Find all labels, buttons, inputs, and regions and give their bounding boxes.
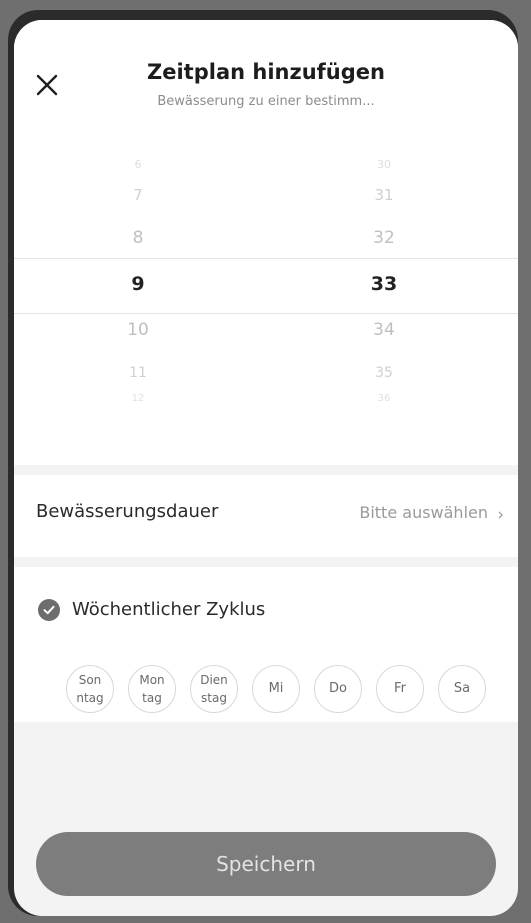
day-monday[interactable]: Mon tag [128, 665, 176, 713]
page-subtitle: Bewässerung zu einer bestimm... [157, 94, 375, 109]
hour-option[interactable]: 11 [78, 365, 198, 381]
minute-option[interactable]: 31 [324, 186, 444, 204]
hour-option: 12 [131, 393, 145, 404]
watering-duration-row[interactable]: Bewässerungsdauer Bitte auswählen › [14, 465, 518, 557]
day-label-line1: Son [78, 673, 102, 687]
weekly-cycle-checkbox[interactable] [38, 599, 60, 621]
weekday-selector: Son ntag Mon tag Dien stag Mi Do Fr Sa [66, 665, 486, 713]
day-label: Do [329, 681, 347, 696]
weekly-cycle-label[interactable]: Wöchentlicher Zyklus [72, 599, 265, 620]
day-label-line1: Mon [139, 673, 165, 687]
day-thursday[interactable]: Do [314, 665, 362, 713]
day-label: Mi [268, 681, 284, 696]
hour-option[interactable]: 8 [78, 228, 198, 248]
page-title: Zeitplan hinzufügen [147, 60, 385, 84]
time-picker[interactable]: 6 7 8 9 10 11 12 30 31 32 33 34 35 36 [14, 120, 518, 465]
minute-option[interactable]: 35 [324, 365, 444, 381]
minute-option: 30 [377, 158, 391, 171]
add-schedule-sheet: Zeitplan hinzufügen Bewässerung zu einer… [14, 20, 518, 916]
day-label-line2: stag [201, 691, 227, 705]
day-saturday[interactable]: Sa [438, 665, 486, 713]
weekly-cycle-section: Wöchentlicher Zyklus Son ntag Mon tag Dien… [14, 557, 518, 722]
day-wednesday[interactable]: Mi [252, 665, 300, 713]
day-friday[interactable]: Fr [376, 665, 424, 713]
day-label-line2: ntag [76, 691, 104, 705]
duration-label: Bewässerungsdauer [36, 501, 219, 522]
header: Zeitplan hinzufügen Bewässerung zu einer… [14, 20, 518, 120]
day-label-line1: Dien [200, 673, 228, 687]
hour-option: 6 [134, 158, 142, 171]
save-button[interactable]: Speichern [36, 832, 496, 896]
day-tuesday[interactable]: Dien stag [190, 665, 238, 713]
hour-option[interactable]: 7 [78, 186, 198, 204]
day-sunday[interactable]: Son ntag [66, 665, 114, 713]
day-label: Sa [453, 681, 471, 696]
hour-wheel[interactable]: 6 7 8 9 10 11 12 [78, 120, 198, 465]
hour-option[interactable]: 10 [78, 320, 198, 340]
minute-option: 36 [377, 393, 391, 404]
minute-option[interactable]: 32 [324, 228, 444, 248]
minute-option[interactable]: 34 [324, 320, 444, 340]
hour-selected[interactable]: 9 [78, 273, 198, 295]
minute-selected[interactable]: 33 [324, 273, 444, 295]
minute-wheel[interactable]: 30 31 32 33 34 35 36 [324, 120, 444, 465]
day-label: Fr [394, 681, 406, 696]
check-icon [43, 605, 55, 615]
day-label-line2: tag [142, 691, 162, 705]
duration-value: Bitte auswählen [359, 503, 488, 522]
chevron-right-icon: › [497, 505, 504, 525]
